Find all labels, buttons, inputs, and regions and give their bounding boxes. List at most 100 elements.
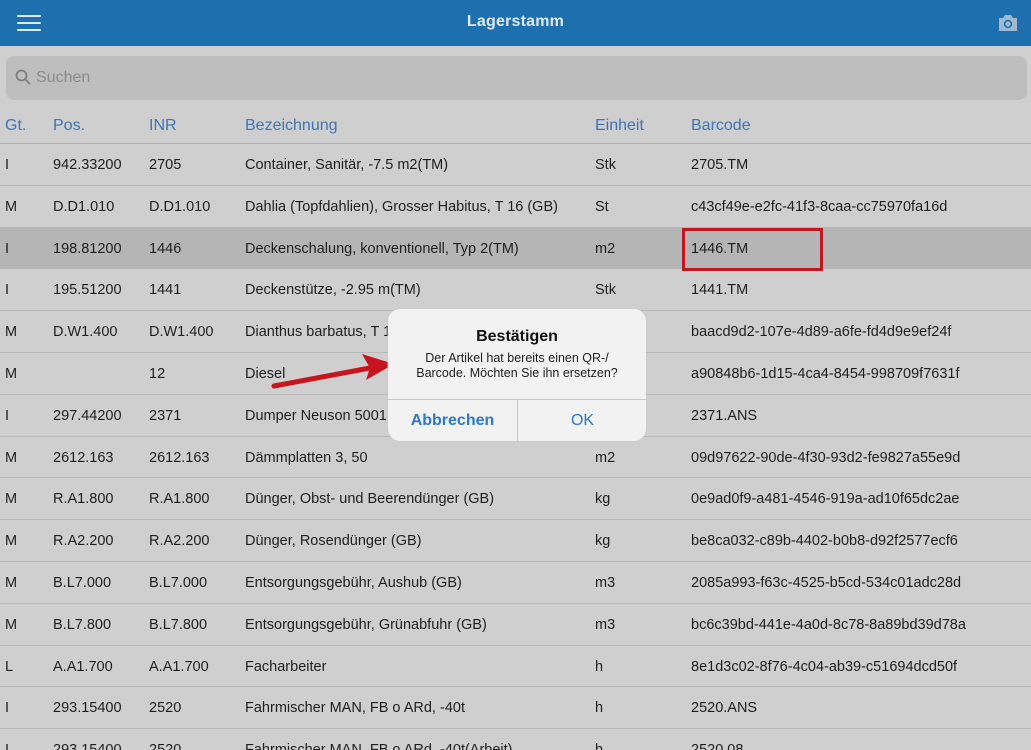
cell-barcode: 2520.08: [691, 742, 743, 750]
table-row[interactable]: M B.L7.000 B.L7.000 Entsorgungsgebühr, Aush…: [0, 562, 1031, 604]
cell-bezeichnung: Entsorgungsgebühr, Aushub (GB): [245, 574, 462, 591]
cell-inr: 2612.163: [149, 449, 210, 466]
cell-pos: R.A1.800: [53, 491, 114, 508]
cell-inr: R.A2.200: [149, 533, 210, 550]
cell-pos: 195.51200: [53, 282, 122, 299]
cell-gt: L: [5, 658, 14, 675]
table-row[interactable]: I 293.15400 2520 Fahrmischer MAN, FB o ARd,…: [0, 729, 1031, 750]
cell-inr: 1441: [149, 282, 182, 299]
cancel-button[interactable]: Abbrechen: [388, 400, 517, 441]
cell-pos: B.L7.800: [53, 616, 112, 633]
column-header-inr[interactable]: INR: [149, 117, 177, 135]
cell-barcode: a90848b6-1d15-4ca4-8454-998709f7631f: [691, 365, 960, 382]
cell-bezeichnung: Dumper Neuson 5001: [245, 407, 387, 424]
cell-barcode: 1446.TM: [691, 240, 749, 257]
cell-gt: M: [5, 491, 18, 508]
column-header-gt[interactable]: Gt.: [5, 117, 26, 135]
camera-icon[interactable]: [997, 13, 1019, 33]
cell-bezeichnung: Dünger, Obst- und Beerendünger (GB): [245, 491, 495, 508]
cell-inr: 2371: [149, 407, 182, 424]
cell-bezeichnung: Container, Sanitär, -7.5 m2(TM): [245, 157, 449, 173]
cell-bezeichnung: Entsorgungsgebühr, Grünabfuhr (GB): [245, 616, 487, 633]
cell-barcode: 2371.ANS: [691, 407, 758, 424]
search-bar[interactable]: [6, 56, 1027, 100]
cell-gt: M: [5, 449, 18, 466]
cell-einheit: Stk: [595, 282, 616, 299]
cell-gt: M: [5, 324, 18, 341]
cell-barcode: 2520.ANS: [691, 700, 758, 717]
cell-barcode: baacd9d2-107e-4d89-a6fe-fd4d9e9ef24f: [691, 324, 952, 341]
cell-barcode: 2085a993-f63c-4525-b5cd-534c01adc28d: [691, 574, 962, 591]
cell-einheit: kg: [595, 491, 611, 508]
cell-pos: D.D1.010: [53, 198, 115, 215]
cell-gt: M: [5, 198, 18, 215]
cell-bezeichnung: Dünger, Rosendünger (GB): [245, 533, 422, 550]
cell-barcode: bc6c39bd-441e-4a0d-8c78-8a89bd39d78a: [691, 616, 966, 633]
cell-gt: I: [5, 282, 10, 299]
cell-einheit: St: [595, 198, 609, 215]
page-title: Lagerstamm: [466, 13, 565, 30]
search-bar-container: [0, 46, 1031, 110]
column-header-pos[interactable]: Pos.: [53, 117, 85, 135]
table-row[interactable]: I 942.33200 2705 Container, Sanitär, -7.5 m…: [0, 144, 1031, 186]
cell-pos: 293.15400: [53, 700, 122, 717]
cell-pos: R.A2.200: [53, 533, 114, 550]
cell-einheit: h: [595, 658, 604, 675]
cell-pos: 198.81200: [53, 240, 122, 257]
cell-bezeichnung: Dianthus barbatus, T 1: [245, 324, 392, 341]
cell-pos: A.A1.700: [53, 658, 113, 675]
cell-inr: 2520: [149, 700, 182, 717]
table-row[interactable]: M 2612.163 2612.163 Dämmplatten 3, 50 m2 09d9…: [0, 437, 1031, 479]
cell-pos: B.L7.000: [53, 574, 112, 591]
cell-inr: D.D1.010: [149, 198, 211, 215]
cell-barcode: c43cf49e-e2fc-41f3-8caa-cc75970fa16d: [691, 198, 948, 215]
cell-pos: 942.33200: [53, 157, 122, 173]
ok-button[interactable]: OK: [518, 400, 646, 441]
confirm-dialog: Bestätigen Der Artikel hat bereits einen…: [388, 309, 646, 441]
cell-inr: 1446: [149, 240, 182, 257]
table-row[interactable]: I 198.81200 1446 Deckenschalung, konvention…: [0, 227, 1031, 270]
table-row[interactable]: M D.D1.010 D.D1.010 Dahlia (Topfdahlien), G…: [0, 186, 1031, 228]
cell-einheit: h: [595, 742, 603, 750]
table-header: Gt. Pos. INR Bezeichnung Einheit Barcode: [0, 110, 1031, 144]
dialog-message: Der Artikel hat bereits einen QR-/ Barco…: [416, 351, 618, 380]
navigation-bar: Lagerstamm: [0, 0, 1031, 46]
cell-barcode: 0e9ad0f9-a481-4546-919a-ad10f65dc2ae: [691, 491, 960, 508]
cell-bezeichnung: Fahrmischer MAN, FB o ARd, -40t(Arbeit): [245, 742, 513, 750]
cell-inr: R.A1.800: [149, 491, 210, 508]
column-header-einheit[interactable]: Einheit: [595, 117, 644, 135]
cell-inr: B.L7.000: [149, 574, 208, 591]
cell-inr: 2705: [149, 157, 182, 173]
cell-einheit: m3: [595, 616, 616, 633]
table-row[interactable]: M B.L7.800 B.L7.800 Entsorgungsgebühr, Grün…: [0, 604, 1031, 646]
table-row[interactable]: I 293.15400 2520 Fahrmischer MAN, FB o ARd,…: [0, 687, 1031, 730]
cell-gt: I: [5, 742, 9, 750]
table-row[interactable]: I 195.51200 1441 Deckenstütze, -2.95 m(TM) S…: [0, 269, 1031, 312]
cell-bezeichnung: Deckenschalung, konventionell, Typ 2(TM): [245, 240, 519, 257]
cell-bezeichnung: Diesel: [245, 365, 286, 382]
cell-barcode: 1441.TM: [691, 282, 749, 299]
cell-gt: I: [5, 407, 10, 424]
cell-gt: M: [5, 533, 18, 550]
cell-einheit: h: [595, 700, 604, 717]
table-row[interactable]: M R.A2.200 R.A2.200 Dünger, Rosendünger (GB…: [0, 520, 1031, 562]
cell-barcode: be8ca032-c89b-4402-b0b8-d92f2577ecf6: [691, 533, 958, 550]
cell-pos: 293.15400: [53, 742, 122, 750]
cell-einheit: m3: [595, 574, 616, 591]
table-row[interactable]: L A.A1.700 A.A1.700 Facharbeiter h 8e1d3c02-8…: [0, 646, 1031, 688]
search-input[interactable]: [36, 64, 1016, 92]
cell-inr: 2520: [149, 742, 181, 750]
cell-einheit: Stk: [595, 157, 616, 173]
cell-inr: D.W1.400: [149, 324, 214, 341]
column-header-bezeichnung[interactable]: Bezeichnung: [245, 117, 338, 135]
cell-barcode: 8e1d3c02-8f76-4c04-ab39-c51694dcd50f: [691, 658, 958, 675]
column-header-barcode[interactable]: Barcode: [691, 117, 751, 135]
table-row[interactable]: M R.A1.800 R.A1.800 Dünger, Obst- und Beere…: [0, 478, 1031, 521]
cell-gt: I: [5, 700, 10, 717]
cell-inr: 12: [149, 365, 166, 382]
cell-bezeichnung: Dämmplatten 3, 50: [245, 449, 368, 466]
cell-barcode: 09d97622-90de-4f30-93d2-fe9827a55e9d: [691, 449, 961, 466]
cell-einheit: m2: [595, 240, 616, 257]
cell-gt: I: [5, 240, 10, 257]
article-list: I 942.33200 2705 Container, Sanitär, -7.5 m…: [0, 144, 1031, 750]
